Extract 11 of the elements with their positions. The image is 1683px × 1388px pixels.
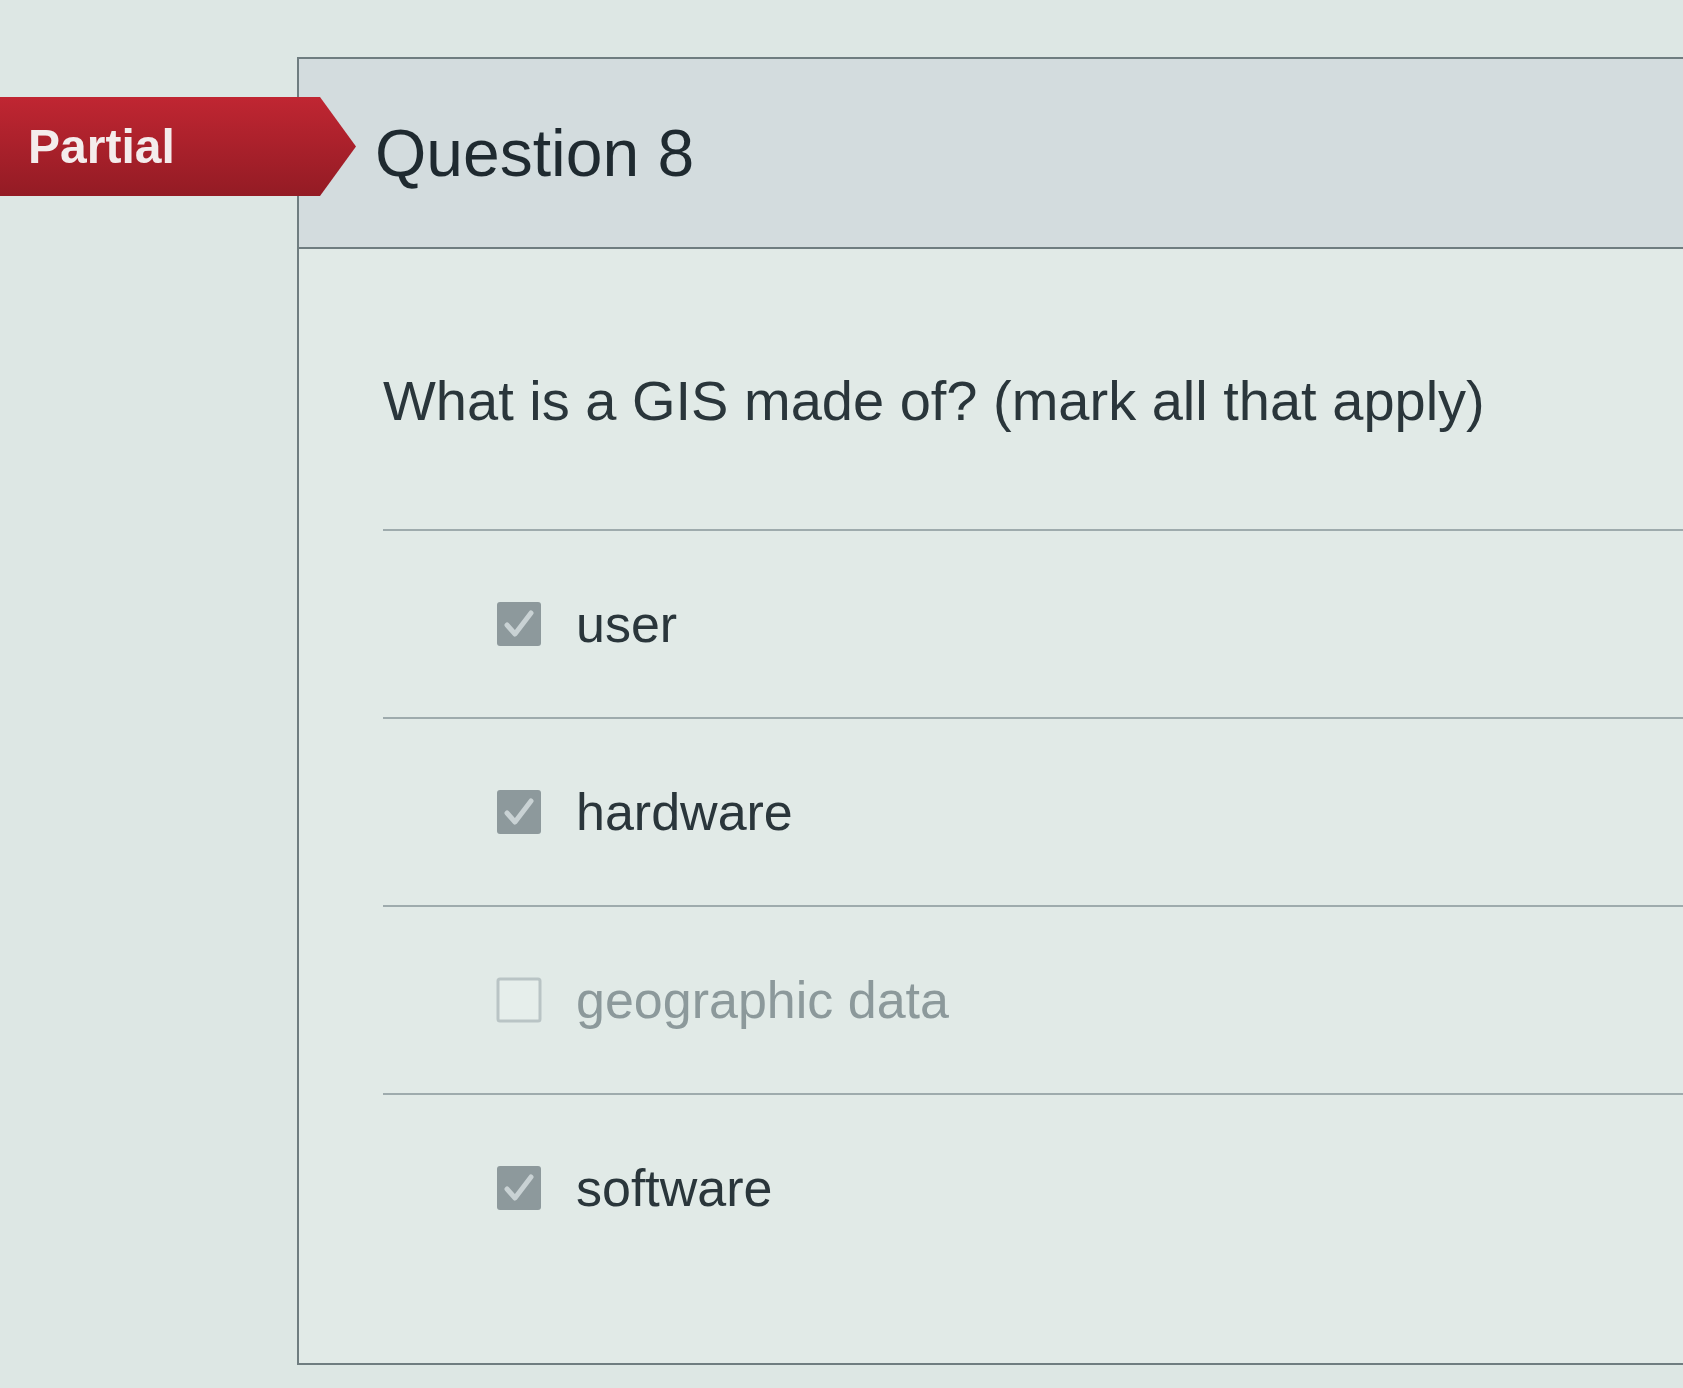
checked-checkbox-icon[interactable] (496, 1165, 542, 1211)
answer-label: user (576, 594, 678, 654)
answer-label: hardware (576, 782, 793, 842)
checked-checkbox-icon[interactable] (496, 601, 542, 647)
empty-checkbox-icon[interactable] (496, 977, 542, 1023)
grade-banner: Partial (0, 97, 356, 196)
question-text: What is a GIS made of? (mark all that apply) (383, 368, 1486, 434)
answer-label: software (576, 1158, 773, 1218)
answer-label: geographic data (576, 970, 949, 1030)
checked-checkbox-icon[interactable] (496, 789, 542, 835)
question-title: Question 8 (375, 115, 695, 191)
